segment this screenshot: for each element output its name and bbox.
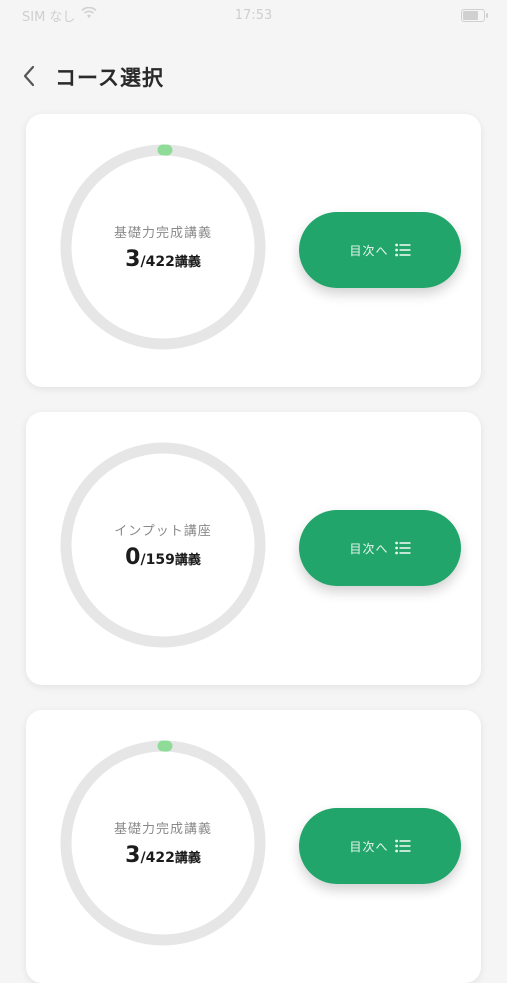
course-progress: 0 /159 講義 — [125, 545, 201, 570]
toc-button-label: 目次へ — [349, 839, 389, 854]
progress-ring: 基礎力完成講義 3 /422 講義 — [60, 144, 266, 350]
status-bar: SIM なし 17:53 — [0, 0, 507, 30]
carrier-label: SIM なし — [22, 9, 76, 25]
progress-total: /422 — [140, 850, 175, 866]
progress-total: /422 — [140, 254, 175, 270]
course-name: インプット講座 — [114, 524, 212, 539]
progress-unit: 講義 — [174, 553, 201, 568]
toc-button-label: 目次へ — [349, 541, 389, 556]
course-progress: 3 /422 講義 — [125, 247, 201, 272]
progress-current: 3 — [125, 843, 141, 868]
ring-text: 基礎力完成講義 3 /422 講義 — [60, 740, 266, 946]
course-name: 基礎力完成講義 — [113, 226, 212, 241]
ring-text: 基礎力完成講義 3 /422 講義 — [60, 144, 266, 350]
table-of-contents-button[interactable]: 目次へ — [299, 808, 461, 884]
status-left: SIM なし — [22, 6, 97, 25]
ring-text: インプット講座 0 /159 講義 — [60, 442, 266, 648]
progress-ring: 基礎力完成講義 3 /422 講義 — [60, 740, 266, 946]
progress-unit: 講義 — [174, 851, 201, 866]
table-of-contents-button[interactable]: 目次へ — [299, 212, 461, 288]
list-icon — [394, 541, 411, 555]
back-button[interactable] — [14, 60, 44, 92]
table-of-contents-button[interactable]: 目次へ — [299, 510, 461, 586]
progress-total: /159 — [140, 552, 175, 568]
wifi-icon — [81, 6, 97, 23]
progress-current: 3 — [125, 247, 141, 272]
progress-current: 0 — [125, 545, 141, 570]
toc-button-label: 目次へ — [349, 243, 389, 258]
chevron-left-icon — [23, 65, 35, 87]
list-icon — [394, 839, 411, 853]
course-card: 基礎力完成講義 3 /422 講義 目次へ — [26, 710, 481, 983]
list-icon — [394, 243, 411, 257]
progress-unit: 講義 — [174, 255, 201, 270]
page-title: コース選択 — [55, 66, 164, 90]
course-name: 基礎力完成講義 — [113, 822, 212, 837]
course-progress: 3 /422 講義 — [125, 843, 201, 868]
battery-icon — [461, 8, 488, 22]
course-card: 基礎力完成講義 3 /422 講義 目次へ — [26, 114, 481, 387]
course-card: インプット講座 0 /159 講義 目次へ — [26, 412, 481, 685]
progress-ring: インプット講座 0 /159 講義 — [60, 442, 266, 648]
header: コース選択 — [0, 56, 507, 96]
